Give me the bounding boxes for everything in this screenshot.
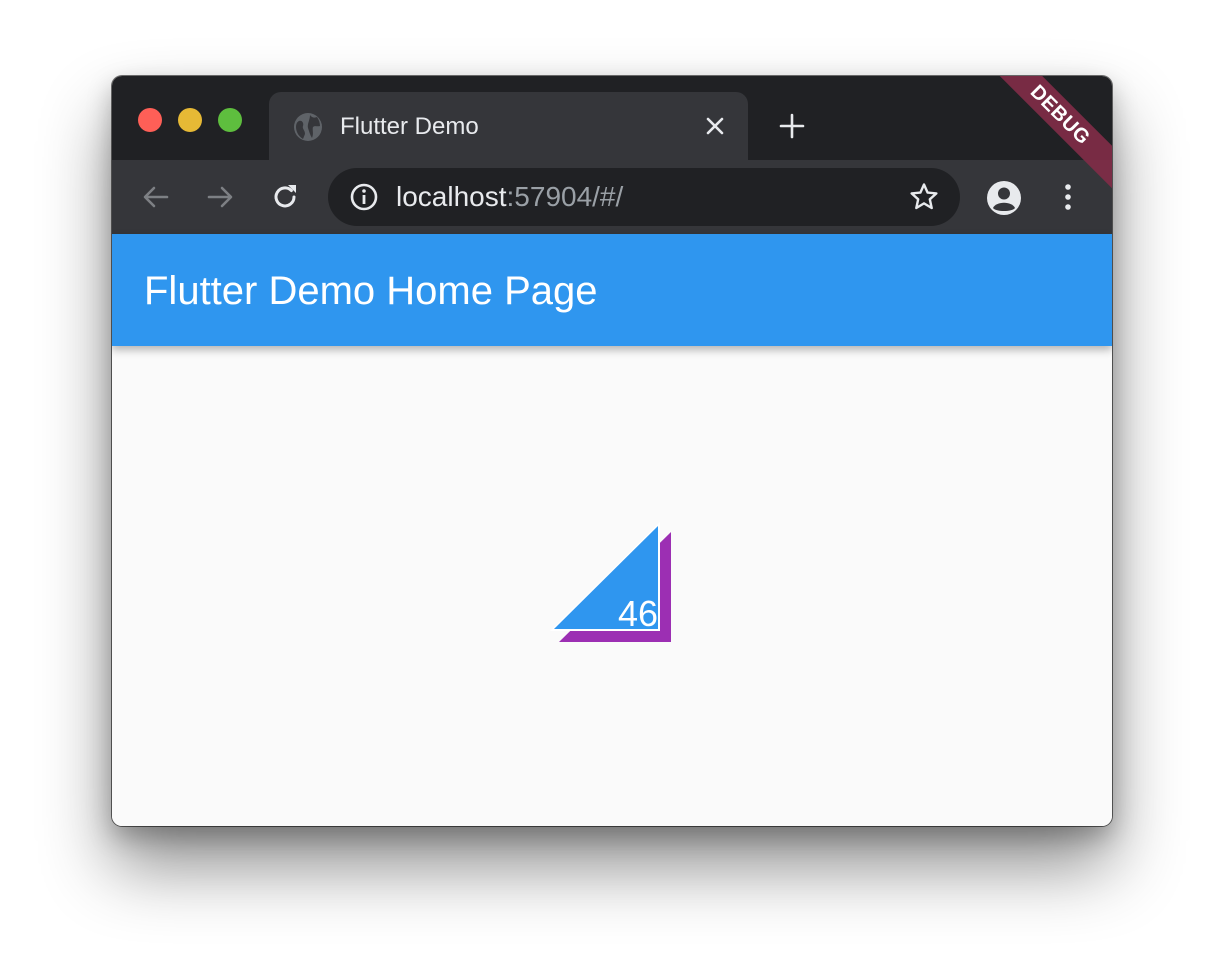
app-bar: Flutter Demo Home Page: [112, 234, 1112, 346]
globe-icon: [294, 113, 322, 141]
tab-flutter-demo[interactable]: Flutter Demo: [269, 92, 748, 160]
tab-title: Flutter Demo: [340, 113, 479, 140]
page-title: Flutter Demo Home Page: [144, 269, 598, 313]
zoom-window-button[interactable]: [218, 108, 242, 132]
close-window-button[interactable]: [138, 108, 162, 132]
browser-window: Flutter Demo localhost:57904/#/ Flutter …: [112, 76, 1112, 826]
tab-strip: Flutter Demo: [112, 76, 1112, 160]
url-path: :57904/#/: [506, 181, 624, 212]
url-text[interactable]: localhost:57904/#/: [396, 181, 623, 213]
forward-arrow-icon[interactable]: [204, 181, 236, 213]
reload-icon[interactable]: [269, 181, 301, 213]
back-arrow-icon[interactable]: [140, 181, 172, 213]
minimize-window-button[interactable]: [178, 108, 202, 132]
close-tab-icon[interactable]: [703, 114, 727, 138]
app-body: 46: [112, 346, 1112, 826]
new-tab-icon[interactable]: [778, 112, 806, 140]
counter-value: 46: [617, 593, 658, 634]
info-icon[interactable]: [348, 181, 380, 213]
profile-avatar-icon[interactable]: [986, 180, 1022, 216]
bookmark-star-icon[interactable]: [908, 181, 940, 213]
browser-toolbar: localhost:57904/#/: [112, 160, 1112, 234]
url-host: localhost: [396, 181, 507, 212]
counter-triangle[interactable]: 46: [550, 522, 674, 646]
menu-dots-icon[interactable]: [1052, 181, 1084, 213]
address-bar[interactable]: localhost:57904/#/: [328, 168, 960, 226]
